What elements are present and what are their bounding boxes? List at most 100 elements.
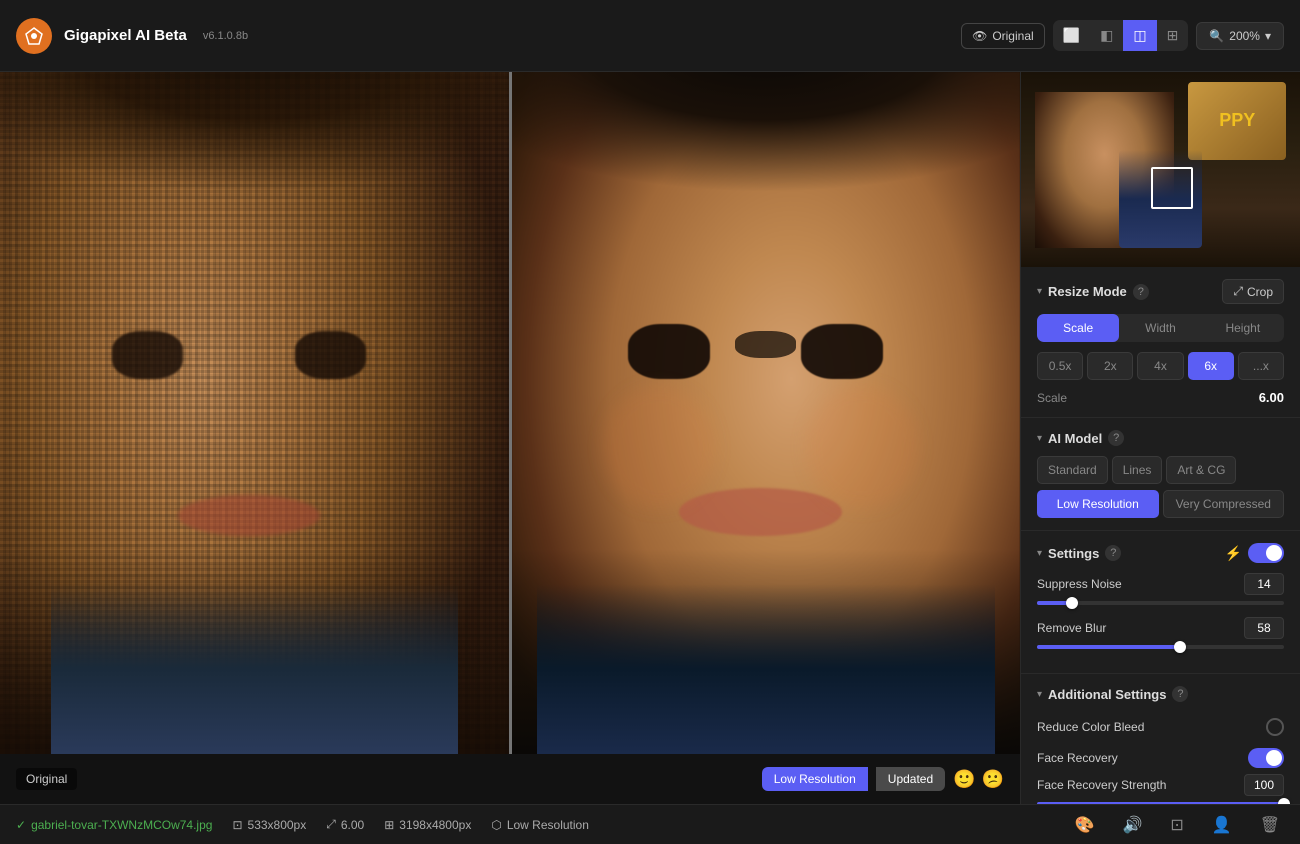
thumbnail-viewport[interactable] bbox=[1151, 167, 1193, 209]
view-single[interactable]: ⬜ bbox=[1053, 20, 1090, 51]
additional-settings-title: Additional Settings bbox=[1048, 687, 1166, 702]
ai-model-section: ▾ AI Model ? Standard Lines Art & CG Low… bbox=[1021, 418, 1300, 531]
thumbs-up-button[interactable]: 🙂 bbox=[953, 769, 975, 790]
remove-blur-row: Remove Blur 58 bbox=[1037, 617, 1284, 649]
canvas-area: Original Low Resolution Updated 🙂 😕 bbox=[0, 72, 1020, 804]
original-label: Original bbox=[16, 768, 77, 790]
additional-chevron[interactable]: ▾ bbox=[1037, 689, 1042, 700]
resize-chevron[interactable]: ▾ bbox=[1037, 286, 1042, 297]
status-filename: gabriel-tovar-TXWNzMCOw74.jpg bbox=[31, 818, 212, 832]
reaction-group: 🙂 😕 bbox=[953, 769, 1004, 790]
ai-model-chevron[interactable]: ▾ bbox=[1037, 433, 1042, 444]
settings-header-right: ⚡ bbox=[1225, 543, 1284, 563]
image-container bbox=[0, 72, 1020, 754]
view-mode-group: ⬜ ◧ ◫ ⊞ bbox=[1053, 20, 1189, 51]
zoom-control[interactable]: 🔍 200% ▾ bbox=[1196, 22, 1284, 50]
settings-section: ▾ Settings ? ⚡ Suppress Noise 14 bbox=[1021, 531, 1300, 674]
mouth-enhanced bbox=[679, 488, 842, 536]
mouth-original bbox=[178, 495, 320, 536]
scale-value: 6.00 bbox=[1259, 390, 1284, 405]
tab-height[interactable]: Height bbox=[1202, 314, 1284, 342]
scale-2x[interactable]: 2x bbox=[1087, 352, 1133, 380]
model-low-resolution[interactable]: Low Resolution bbox=[1037, 490, 1159, 518]
model-row1: Standard Lines Art & CG bbox=[1037, 456, 1284, 484]
app-name: Gigapixel AI Beta bbox=[64, 27, 187, 44]
scale-label: Scale bbox=[1037, 391, 1067, 405]
original-toggle[interactable]: 👁 Original bbox=[961, 23, 1045, 49]
topbar-controls: 👁 Original ⬜ ◧ ◫ ⊞ 🔍 200% ▾ bbox=[961, 20, 1284, 51]
face-recovery-strength-label: Face Recovery Strength bbox=[1037, 778, 1166, 792]
status-model: ⬡ Low Resolution bbox=[491, 818, 589, 832]
tab-width[interactable]: Width bbox=[1119, 314, 1201, 342]
zoom-icon: 🔍 bbox=[1209, 29, 1224, 43]
canvas-bottom: Original Low Resolution Updated 🙂 😕 bbox=[0, 754, 1020, 804]
settings-help-icon[interactable]: ? bbox=[1105, 545, 1121, 561]
model-art-cg[interactable]: Art & CG bbox=[1166, 456, 1236, 484]
eye-right-enhanced bbox=[801, 324, 882, 379]
reduce-color-bleed-toggle[interactable] bbox=[1266, 718, 1284, 736]
updated-label-group: Low Resolution Updated 🙂 😕 bbox=[762, 767, 1004, 791]
remove-blur-label-row: Remove Blur 58 bbox=[1037, 617, 1284, 639]
status-palette-button[interactable]: 🎨 bbox=[1071, 811, 1099, 839]
view-split-left[interactable]: ◧ bbox=[1090, 20, 1123, 51]
resize-tab-group: Scale Width Height bbox=[1037, 314, 1284, 342]
resize-mode-title: Resize Mode bbox=[1048, 284, 1127, 299]
lightning-icon: ⚡ bbox=[1225, 545, 1242, 562]
thumbs-down-button[interactable]: 😕 bbox=[982, 769, 1004, 790]
status-audio-button[interactable]: 🔊 bbox=[1118, 811, 1146, 839]
output-icon: ⊞ bbox=[384, 818, 394, 832]
face-recovery-strength-slider[interactable] bbox=[1037, 802, 1284, 804]
app-logo bbox=[16, 18, 52, 54]
model-standard[interactable]: Standard bbox=[1037, 456, 1108, 484]
additional-settings-header: ▾ Additional Settings ? bbox=[1037, 686, 1284, 702]
face-recovery-strength-thumb[interactable] bbox=[1278, 798, 1290, 804]
settings-header: ▾ Settings ? ⚡ bbox=[1037, 543, 1284, 563]
status-dimensions-output: ⊞ 3198x4800px bbox=[384, 818, 471, 832]
right-panel: PPY ▾ Resize Mode ? ⤢ Crop Scale bbox=[1020, 72, 1300, 804]
status-dimensions-original: ⊡ 533x800px bbox=[232, 818, 306, 832]
additional-help-icon[interactable]: ? bbox=[1172, 686, 1188, 702]
settings-title: Settings bbox=[1048, 546, 1099, 561]
scale-0.5x[interactable]: 0.5x bbox=[1037, 352, 1083, 380]
model-very-compressed[interactable]: Very Compressed bbox=[1163, 490, 1285, 518]
settings-chevron[interactable]: ▾ bbox=[1037, 548, 1042, 559]
model-lines[interactable]: Lines bbox=[1112, 456, 1163, 484]
view-quad[interactable]: ⊞ bbox=[1157, 20, 1189, 51]
resize-help-icon[interactable]: ? bbox=[1133, 284, 1149, 300]
tab-scale[interactable]: Scale bbox=[1037, 314, 1119, 342]
scale-value-row: Scale 6.00 bbox=[1037, 390, 1284, 405]
face-recovery-toggle[interactable] bbox=[1248, 748, 1284, 768]
model-status-icon: ⬡ bbox=[491, 818, 501, 832]
status-user-button[interactable]: 👤 bbox=[1208, 811, 1236, 839]
face-recovery-strength-row: Face Recovery Strength 100 bbox=[1037, 774, 1284, 804]
status-delete-button[interactable]: 🗑 bbox=[1256, 811, 1284, 839]
cheek-left-enhanced bbox=[603, 386, 715, 509]
remove-blur-slider[interactable] bbox=[1037, 645, 1284, 649]
scale-options-group: 0.5x 2x 4x 6x ...x bbox=[1037, 352, 1284, 380]
thumbnail-area: PPY bbox=[1021, 72, 1300, 267]
status-compare-button[interactable]: ⊡ bbox=[1166, 811, 1187, 839]
view-split[interactable]: ◫ bbox=[1123, 20, 1156, 51]
remove-blur-thumb[interactable] bbox=[1174, 641, 1186, 653]
settings-toggle[interactable] bbox=[1248, 543, 1284, 563]
ai-model-help-icon[interactable]: ? bbox=[1108, 430, 1124, 446]
face-recovery-strength-value[interactable]: 100 bbox=[1244, 774, 1284, 796]
face-recovery-strength-label-row: Face Recovery Strength 100 bbox=[1037, 774, 1284, 796]
remove-blur-value[interactable]: 58 bbox=[1244, 617, 1284, 639]
eye-left-original bbox=[112, 331, 183, 379]
dimensions-icon: ⊡ bbox=[232, 818, 242, 832]
scale-custom[interactable]: ...x bbox=[1238, 352, 1284, 380]
badge-low-resolution: Low Resolution bbox=[762, 767, 868, 791]
crop-button[interactable]: ⤢ Crop bbox=[1222, 279, 1284, 304]
resize-mode-header: ▾ Resize Mode ? ⤢ Crop bbox=[1037, 279, 1284, 304]
reduce-color-bleed-row: Reduce Color Bleed bbox=[1037, 712, 1284, 742]
main-area: Original Low Resolution Updated 🙂 😕 PPY bbox=[0, 72, 1300, 804]
resize-mode-header-right: ⤢ Crop bbox=[1222, 279, 1284, 304]
topbar: Gigapixel AI Beta v6.1.0.8b 👁 Original ⬜… bbox=[0, 0, 1300, 72]
suppress-noise-slider[interactable] bbox=[1037, 601, 1284, 605]
suppress-noise-value[interactable]: 14 bbox=[1244, 573, 1284, 595]
suppress-noise-thumb[interactable] bbox=[1066, 597, 1078, 609]
scale-4x[interactable]: 4x bbox=[1137, 352, 1183, 380]
additional-settings-section: ▾ Additional Settings ? Reduce Color Ble… bbox=[1021, 674, 1300, 804]
scale-6x[interactable]: 6x bbox=[1188, 352, 1234, 380]
